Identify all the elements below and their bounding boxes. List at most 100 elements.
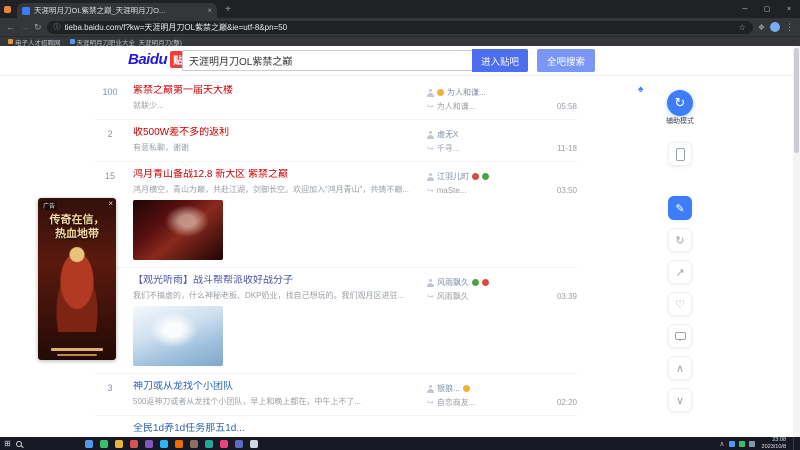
chevron-up-icon: ∧ bbox=[675, 362, 685, 375]
bookmark-star-icon[interactable]: ☆ bbox=[739, 23, 746, 32]
taskbar-app-icon[interactable] bbox=[84, 439, 93, 448]
taskbar-app-icon[interactable] bbox=[204, 439, 213, 448]
taskbar-search-icon[interactable] bbox=[15, 440, 22, 447]
ad-artwork bbox=[47, 244, 107, 332]
show-desktop-button[interactable] bbox=[793, 437, 796, 450]
scroll-down-button[interactable]: ∨ bbox=[668, 388, 692, 412]
taskbar-clock[interactable]: 23:08 2023/10/8 bbox=[762, 437, 786, 450]
screen: 天涯明月刀OL紫禁之巅_天涯明月刀O... × + ─ ▢ × ← → ↻ ⓘ … bbox=[0, 0, 800, 450]
thread-meta: 为人和谦... ↪ 为人和谦... 05:58 bbox=[427, 85, 577, 112]
windows-start-icon[interactable]: ⊞ bbox=[4, 439, 11, 448]
last-replier-link[interactable]: 风雨飘久 bbox=[437, 291, 469, 302]
pinned-tab-icon[interactable] bbox=[4, 5, 11, 13]
last-replier-link[interactable]: 千寻... bbox=[437, 143, 460, 154]
taskbar: ⊞ ∧ 23:08 2023/10/8 bbox=[0, 437, 800, 450]
url-box[interactable]: ⓘ tieba.baidu.com/f?kw=天涯明月刀OL紫禁之巅&ie=ut… bbox=[46, 20, 753, 34]
medal-icon bbox=[472, 279, 479, 286]
assist-mode-button[interactable]: ↻ 辅助模式 bbox=[666, 90, 694, 126]
thread-title-link[interactable]: 鸿月青山备战12.8 新大区 紫禁之巅 bbox=[133, 169, 419, 181]
share-button[interactable]: ↗ bbox=[668, 260, 692, 284]
vip-badge-icon[interactable]: ♠ bbox=[638, 84, 643, 95]
favorite-button[interactable]: ♡ bbox=[668, 292, 692, 316]
new-post-button[interactable]: ✎ bbox=[668, 196, 692, 220]
taskbar-app-icon[interactable] bbox=[189, 439, 198, 448]
tray-volume-icon[interactable] bbox=[748, 440, 755, 447]
thread-image-thumbnail[interactable] bbox=[133, 306, 223, 366]
taskbar-app-icon[interactable] bbox=[129, 439, 138, 448]
mobile-app-button[interactable] bbox=[668, 142, 692, 166]
bookmark-item[interactable]: 电子人才招聘网 bbox=[8, 37, 61, 47]
scrollbar-thumb[interactable] bbox=[794, 48, 799, 153]
thread-title-link[interactable]: 全民1d养1d任务那五1d... bbox=[133, 423, 419, 435]
search-all-button[interactable]: 全吧搜索 bbox=[537, 49, 595, 72]
comment-bubble-icon bbox=[674, 332, 686, 341]
reply-icon: ↪ bbox=[427, 397, 434, 407]
bookmarks-bar: 电子人才招聘网 天涯明月刀职业大全_天涯明月刀(整) bbox=[0, 36, 800, 47]
url-text[interactable]: tieba.baidu.com/f?kw=天涯明月刀OL紫禁之巅&ie=utf-… bbox=[65, 22, 735, 33]
tray-expand-icon[interactable]: ∧ bbox=[719, 440, 724, 448]
feedback-button[interactable] bbox=[668, 324, 692, 348]
thread-author-link[interactable]: 江羽儿町 bbox=[437, 171, 469, 182]
taskbar-app-icon[interactable] bbox=[114, 439, 123, 448]
search-bar: 进入贴吧 全吧搜索 bbox=[182, 49, 595, 72]
last-replier-link[interactable]: 自恋商友... bbox=[437, 397, 476, 408]
last-reply-time: 11-18 bbox=[557, 144, 577, 153]
site-info-icon[interactable]: ⓘ bbox=[54, 22, 61, 32]
medal-icon bbox=[462, 385, 470, 392]
search-input[interactable] bbox=[182, 50, 472, 71]
ad-text: 热血地带 bbox=[55, 228, 99, 240]
ad-close-icon[interactable]: × bbox=[108, 199, 113, 208]
thread-snippet: 有意私聊，谢谢 bbox=[133, 143, 189, 152]
taskbar-app-icon[interactable] bbox=[249, 439, 258, 448]
thread-title-link[interactable]: 紫禁之巅第一届天大楼 bbox=[133, 85, 419, 97]
thread-image-thumbnail[interactable] bbox=[133, 200, 223, 260]
thread-title-link[interactable]: 收500W差不多的返利 bbox=[133, 127, 419, 139]
back-icon[interactable]: ← bbox=[6, 22, 15, 32]
reply-icon: ↪ bbox=[427, 143, 434, 153]
window-controls: ─ ▢ × bbox=[734, 0, 800, 18]
back-to-top-button[interactable]: ∧ bbox=[668, 356, 692, 380]
maximize-button[interactable]: ▢ bbox=[756, 0, 778, 18]
thread-row: 100 紫禁之巅第一届天大楼 就联少... 为人和谦... ↪ 为人和谦... … bbox=[95, 78, 577, 120]
tray-app-icon[interactable] bbox=[738, 440, 745, 447]
thread-title-link[interactable]: 神刀或从龙找个小团队 bbox=[133, 381, 419, 393]
taskbar-app-icon[interactable] bbox=[99, 439, 108, 448]
minimize-button[interactable]: ─ bbox=[734, 0, 756, 18]
new-tab-button[interactable]: + bbox=[225, 4, 231, 15]
ad-caption-bar bbox=[57, 354, 97, 356]
tray-network-icon[interactable] bbox=[728, 440, 735, 447]
refresh-button[interactable]: ↻ bbox=[668, 228, 692, 252]
last-replier-link[interactable]: 为人和谦... bbox=[437, 101, 476, 112]
browser-address-bar: ← → ↻ ⓘ tieba.baidu.com/f?kw=天涯明月刀OL紫禁之巅… bbox=[0, 18, 800, 36]
reload-icon[interactable]: ↻ bbox=[34, 22, 42, 33]
enter-tieba-button[interactable]: 进入贴吧 bbox=[472, 49, 528, 72]
thread-author-link[interactable]: 为人和谦... bbox=[447, 87, 486, 98]
ad-banner[interactable]: 广告 × 传奇在信， 热血地带 bbox=[38, 198, 116, 360]
close-window-button[interactable]: × bbox=[778, 0, 800, 18]
tab-close-icon[interactable]: × bbox=[207, 6, 212, 15]
taskbar-app-icon[interactable] bbox=[234, 439, 243, 448]
thread-title-link[interactable]: 【观光听雨】战斗帮帮派收好战分子 bbox=[133, 275, 419, 287]
thread-author-link[interactable]: 银狼... bbox=[437, 383, 460, 394]
clock-date: 2023/10/8 bbox=[761, 443, 786, 450]
taskbar-app-icon[interactable] bbox=[144, 439, 153, 448]
forward-icon[interactable]: → bbox=[20, 22, 29, 32]
bookmark-item[interactable]: 天涯明月刀职业大全_天涯明月刀(整) bbox=[69, 37, 182, 47]
taskbar-app-icons bbox=[84, 439, 258, 448]
thread-snippet: 就联少... bbox=[133, 101, 164, 110]
extensions-icon[interactable]: ❖ bbox=[758, 23, 765, 32]
taskbar-app-icon[interactable] bbox=[219, 439, 228, 448]
author-icon bbox=[427, 278, 434, 287]
browser-tab[interactable]: 天涯明月刀OL紫禁之巅_天涯明月刀O... × bbox=[17, 3, 217, 18]
thread-author-link[interactable]: 虚无X bbox=[437, 129, 458, 140]
medal-icon bbox=[437, 89, 444, 96]
page-scrollbar[interactable] bbox=[793, 46, 800, 437]
thread-meta bbox=[427, 423, 577, 435]
browser-menu-icon[interactable]: ⋮ bbox=[785, 22, 794, 33]
thread-author-link[interactable]: 风雨飘久 bbox=[437, 277, 469, 288]
taskbar-app-icon[interactable] bbox=[159, 439, 168, 448]
last-replier-link[interactable]: maSte... bbox=[437, 186, 467, 195]
pencil-icon: ✎ bbox=[675, 202, 685, 215]
taskbar-app-icon[interactable] bbox=[174, 439, 183, 448]
profile-avatar[interactable] bbox=[770, 22, 780, 32]
